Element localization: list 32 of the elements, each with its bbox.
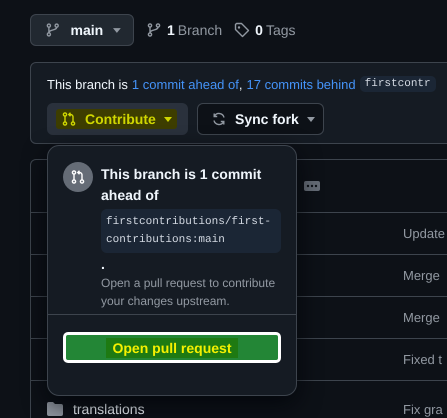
pull-request-icon	[63, 162, 93, 192]
contribute-button[interactable]: Contribute	[47, 103, 188, 135]
branch-selector[interactable]: main	[30, 14, 134, 46]
commit-message[interactable]: Fixed t	[403, 352, 442, 367]
behind-link[interactable]: 17 commits behind	[246, 76, 356, 92]
popover-description: Open a pull request to contribute your changes upstream.	[101, 275, 276, 310]
pull-request-icon	[61, 111, 77, 127]
separator-text: ,	[238, 76, 242, 92]
popover-title: This branch is 1 commit ahead of	[101, 165, 262, 205]
upstream-ref: firstcontributions/first-contributions:main	[101, 209, 281, 253]
sync-icon	[211, 111, 227, 127]
commit-message[interactable]: Merge	[403, 310, 440, 325]
ahead-link[interactable]: 1 commit ahead of	[132, 76, 239, 92]
commit-message[interactable]: Fix gra	[403, 402, 443, 417]
period-text: .	[101, 256, 106, 272]
folder-icon	[47, 402, 63, 416]
branch-icon	[45, 22, 61, 38]
branches-link[interactable]: 1 Branch	[146, 22, 222, 38]
branch-icon	[146, 22, 162, 38]
caret-icon	[306, 116, 315, 122]
commit-message[interactable]: Update	[403, 226, 445, 241]
open-pull-request-button[interactable]: Open pull request	[63, 332, 281, 363]
sync-fork-button[interactable]: Sync fork	[197, 103, 324, 135]
status-text: This branch is	[47, 76, 128, 92]
file-name[interactable]: translations	[73, 401, 145, 417]
more-icon[interactable]	[304, 181, 320, 191]
tags-link[interactable]: 0 Tags	[234, 22, 296, 38]
upstream-ref: firstcontr	[360, 76, 436, 92]
caret-icon	[113, 28, 121, 32]
caret-icon	[164, 116, 172, 122]
commit-message[interactable]: Merge	[403, 268, 440, 283]
tag-icon	[234, 22, 250, 38]
